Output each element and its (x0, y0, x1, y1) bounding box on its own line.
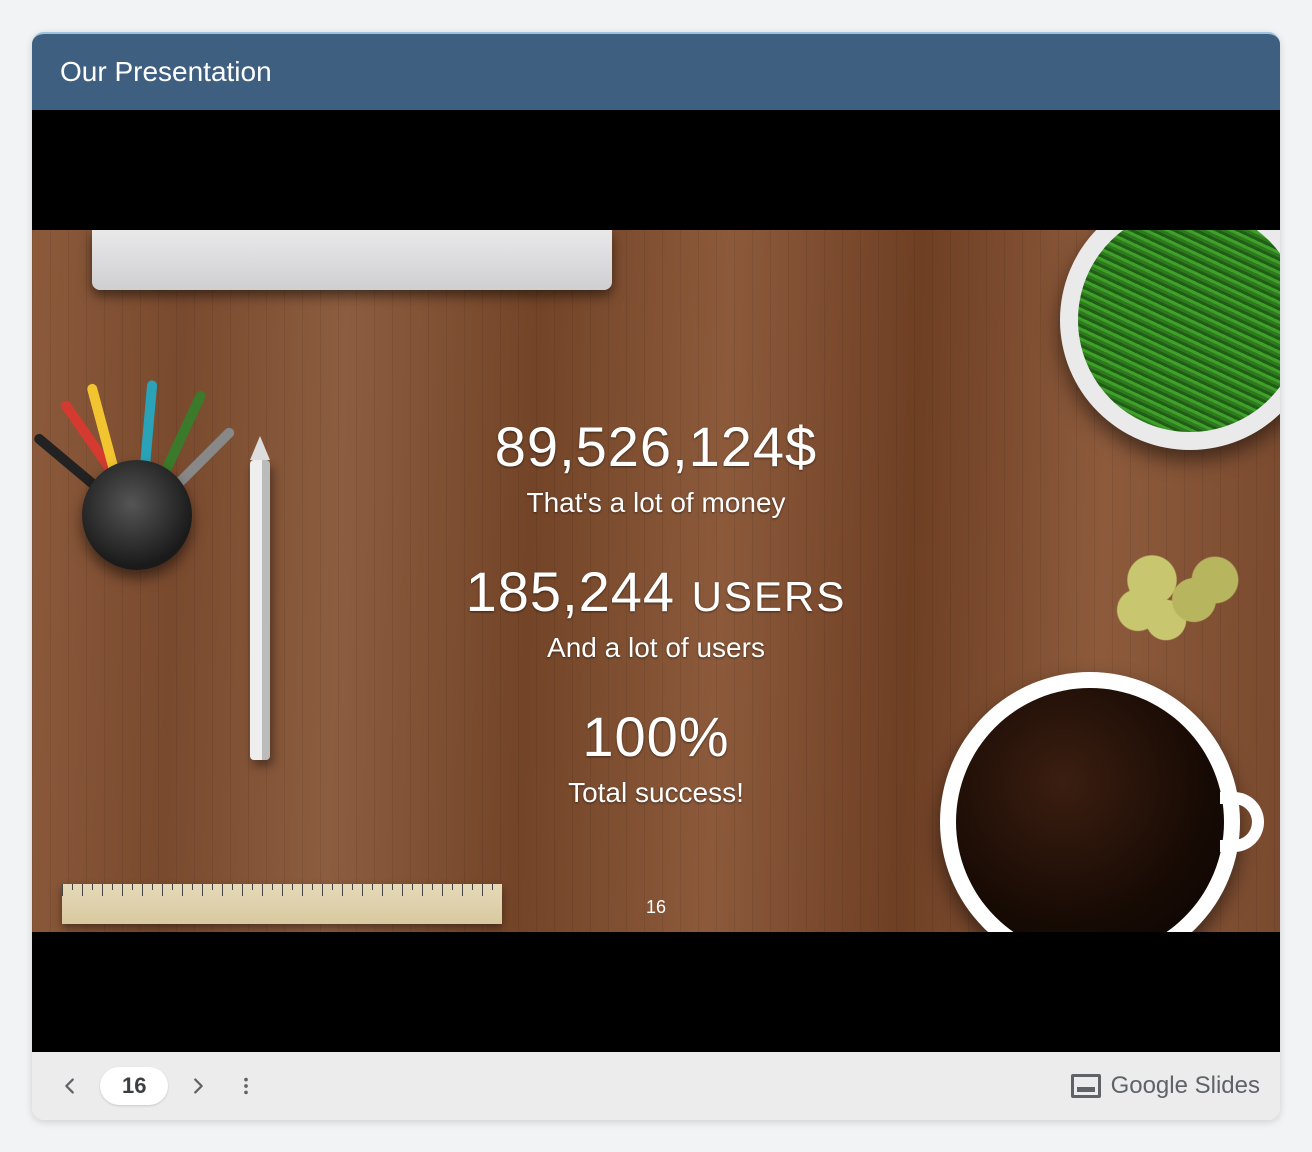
stat-2-suffix: USERS (692, 573, 847, 620)
next-slide-button[interactable] (180, 1068, 216, 1104)
chevron-right-icon (187, 1075, 209, 1097)
presentation-card: Our Presentation 89,526,124$ That's a (32, 32, 1280, 1120)
prev-slide-button[interactable] (52, 1068, 88, 1104)
options-button[interactable] (228, 1068, 264, 1104)
slide-content: 89,526,124$ That's a lot of money 185,24… (32, 230, 1280, 932)
provider-link[interactable]: Google Slides (1071, 1072, 1260, 1100)
card-header: Our Presentation (32, 34, 1280, 110)
stat-1-value: 89,526,124$ (495, 414, 817, 479)
slide: 89,526,124$ That's a lot of money 185,24… (32, 230, 1280, 932)
slides-icon (1071, 1074, 1101, 1098)
provider-label: Google Slides (1111, 1072, 1260, 1100)
card-title: Our Presentation (60, 56, 272, 87)
slide-page-number: 16 (646, 897, 666, 918)
page-indicator[interactable]: 16 (100, 1067, 168, 1105)
stat-2-value: 185,244 USERS (466, 559, 847, 624)
stat-2-number: 185,244 (466, 560, 675, 623)
stat-1-caption: That's a lot of money (526, 487, 785, 519)
more-vert-icon (235, 1075, 257, 1097)
slide-viewer[interactable]: 89,526,124$ That's a lot of money 185,24… (32, 110, 1280, 1052)
stat-3-value: 100% (582, 704, 729, 769)
stat-3-caption: Total success! (568, 777, 744, 809)
player-controls: 16 Google Slides (32, 1052, 1280, 1120)
chevron-left-icon (59, 1075, 81, 1097)
stat-2-caption: And a lot of users (547, 632, 765, 664)
